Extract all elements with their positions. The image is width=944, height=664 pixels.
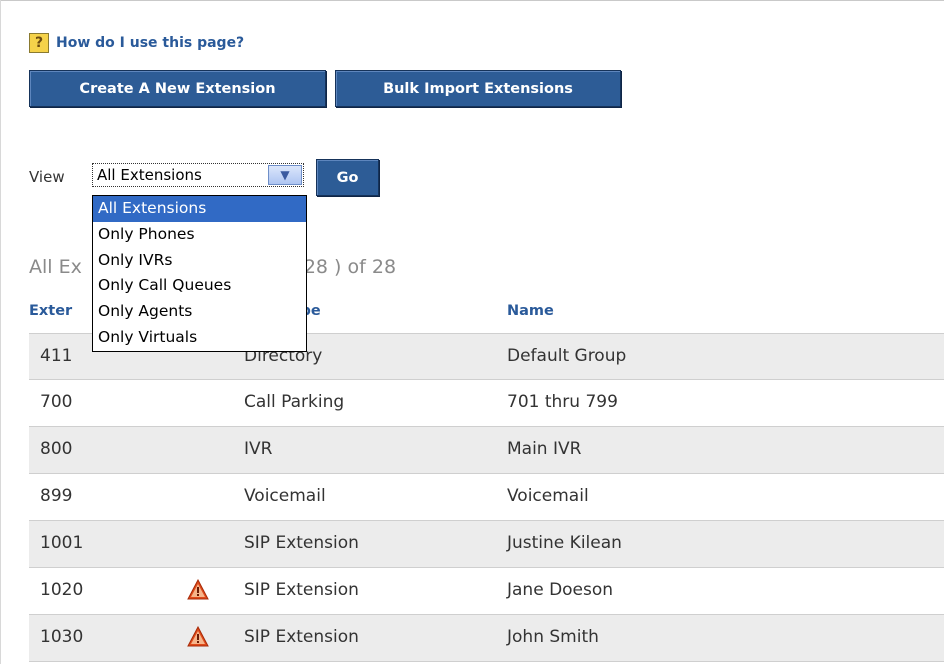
help-link[interactable]: How do I use this page? bbox=[56, 35, 244, 51]
table-row[interactable]: 1030 SIP Extension John Smith bbox=[29, 615, 944, 662]
extension-cell[interactable]: 1001 bbox=[40, 533, 83, 553]
summary-prefix: All Ex bbox=[29, 256, 82, 278]
table-row[interactable]: 1020 SIP Extension Jane Doeson bbox=[29, 568, 944, 615]
warning-icon bbox=[187, 626, 209, 647]
dropdown-option[interactable]: Only IVRs bbox=[93, 248, 306, 274]
type-cell: SIP Extension bbox=[244, 627, 359, 647]
name-cell: John Smith bbox=[507, 627, 599, 647]
name-cell: 701 thru 799 bbox=[507, 392, 618, 412]
column-header-name[interactable]: Name bbox=[507, 303, 554, 319]
top-border bbox=[0, 0, 944, 1]
name-cell: Default Group bbox=[507, 346, 627, 366]
name-cell: Main IVR bbox=[507, 439, 582, 459]
type-cell: Call Parking bbox=[244, 392, 345, 412]
dropdown-option[interactable]: Only Agents bbox=[93, 299, 306, 325]
type-cell: SIP Extension bbox=[244, 533, 359, 553]
view-select-value: All Extensions bbox=[97, 166, 202, 184]
help-question-icon[interactable]: ? bbox=[29, 33, 49, 53]
extension-cell[interactable]: 1030 bbox=[40, 627, 83, 647]
extension-cell[interactable]: 899 bbox=[40, 486, 72, 506]
name-cell: Jane Doeson bbox=[507, 580, 614, 600]
extensions-table: 411 Directory Default Group 700 Call Parking… bbox=[29, 333, 944, 662]
type-cell: Voicemail bbox=[244, 486, 326, 506]
dropdown-option[interactable]: Only Call Queues bbox=[93, 273, 306, 299]
help-section: ? How do I use this page? bbox=[29, 31, 244, 55]
go-button[interactable]: Go bbox=[316, 159, 379, 196]
view-dropdown-list[interactable]: All Extensions Only Phones Only IVRs Only C… bbox=[92, 195, 307, 352]
column-header-extension[interactable]: Exter bbox=[29, 303, 72, 319]
create-extension-button[interactable]: Create A New Extension bbox=[29, 70, 326, 107]
view-label: View bbox=[29, 168, 65, 186]
extension-cell[interactable]: 1020 bbox=[40, 580, 83, 600]
bulk-import-button[interactable]: Bulk Import Extensions bbox=[335, 70, 621, 107]
table-row[interactable]: 800 IVR Main IVR bbox=[29, 427, 944, 474]
name-cell: Justine Kilean bbox=[507, 533, 622, 553]
dropdown-option[interactable]: Only Phones bbox=[93, 222, 306, 248]
summary-suffix: 28 ) of 28 bbox=[303, 256, 397, 278]
dropdown-option[interactable]: All Extensions bbox=[93, 196, 306, 222]
extension-cell[interactable]: 700 bbox=[40, 392, 72, 412]
table-row[interactable]: 899 Voicemail Voicemail bbox=[29, 474, 944, 521]
dropdown-option[interactable]: Only Virtuals bbox=[93, 325, 306, 351]
table-row[interactable]: 700 Call Parking 701 thru 799 bbox=[29, 380, 944, 427]
left-border bbox=[0, 0, 1, 664]
warning-icon bbox=[187, 579, 209, 600]
extension-cell[interactable]: 411 bbox=[40, 346, 72, 366]
type-cell: IVR bbox=[244, 439, 273, 459]
extension-cell[interactable]: 800 bbox=[40, 439, 72, 459]
name-cell: Voicemail bbox=[507, 486, 589, 506]
view-select[interactable]: All Extensions ▼ bbox=[92, 163, 304, 187]
table-row[interactable]: 1001 SIP Extension Justine Kilean bbox=[29, 521, 944, 568]
chevron-down-icon[interactable]: ▼ bbox=[268, 165, 302, 185]
type-cell: SIP Extension bbox=[244, 580, 359, 600]
